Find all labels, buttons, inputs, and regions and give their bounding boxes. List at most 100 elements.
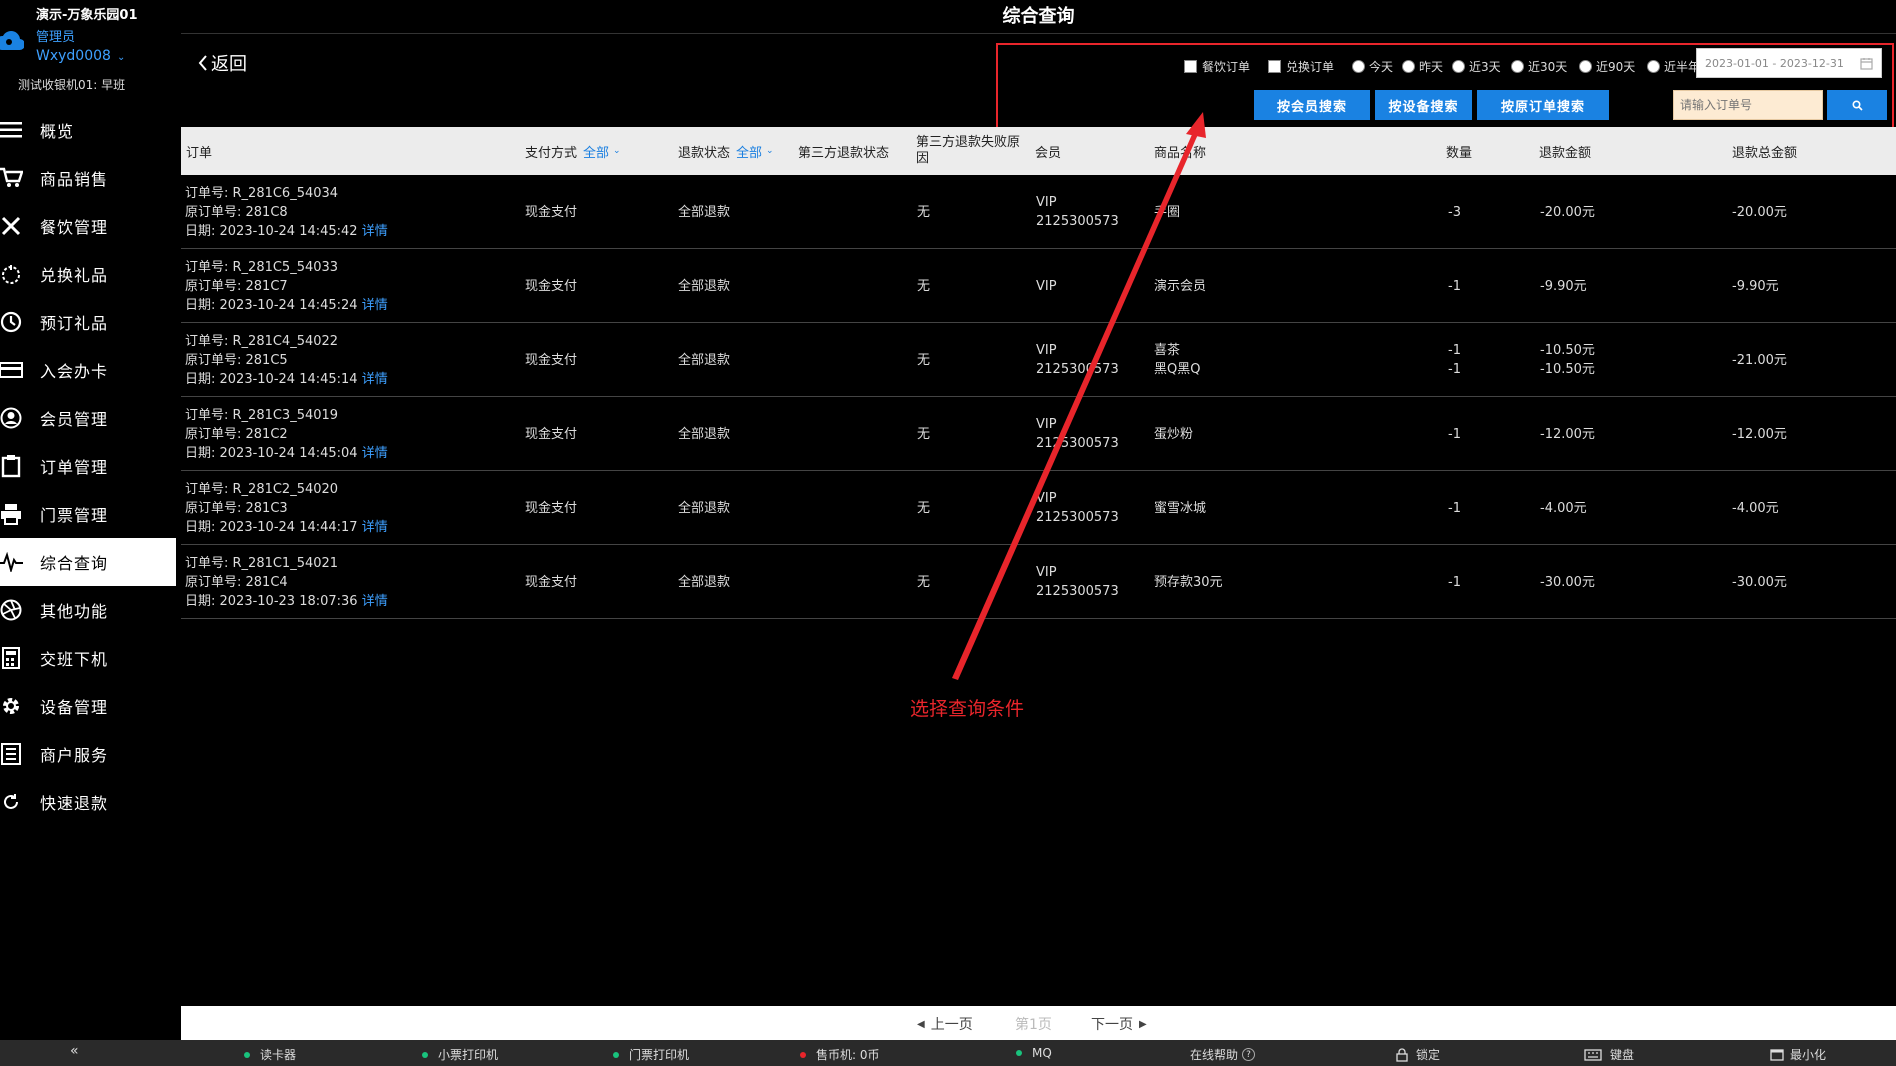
refund-status-cell: 全部退款 bbox=[678, 204, 731, 220]
original-order-number: 原订单号: 281C4 bbox=[185, 575, 288, 590]
online-help-button[interactable]: 在线帮助? bbox=[1190, 1046, 1256, 1063]
refund-status-filter-dropdown[interactable]: 全部 bbox=[736, 142, 762, 161]
radio-dot[interactable] bbox=[1452, 60, 1465, 73]
exchange-order-checkbox[interactable]: 兑换订单 bbox=[1268, 58, 1334, 75]
order-number: 订单号: R_281C1_54021 bbox=[185, 556, 339, 571]
member-cell: VIP bbox=[1036, 249, 1057, 323]
sidebar-item-label: 设备管理 bbox=[40, 698, 109, 717]
radio-dot[interactable] bbox=[1352, 60, 1365, 73]
checkbox-box[interactable] bbox=[1184, 60, 1197, 73]
chevron-down-icon[interactable]: ⌄ bbox=[613, 146, 621, 156]
order-date: 日期: 2023-10-24 14:44:17 bbox=[185, 520, 358, 535]
date-range-picker[interactable]: 2023-01-01 - 2023-12-31 bbox=[1696, 48, 1882, 78]
refund-amount: -10.50元 bbox=[1540, 362, 1595, 377]
current-page: 第1页 bbox=[1015, 1017, 1052, 1033]
payment-cell: 现金支付 bbox=[525, 204, 578, 220]
sidebar-item-sales[interactable]: 商品销售 bbox=[0, 154, 176, 202]
sidebar-item-catering[interactable]: 餐饮管理 bbox=[0, 202, 176, 250]
sidebar-item-overview[interactable]: 概览 bbox=[0, 106, 176, 154]
radio-last-half-year[interactable]: 近半年 bbox=[1647, 58, 1700, 75]
sidebar-item-tickets[interactable]: 门票管理 bbox=[0, 490, 176, 538]
radio-last-30-days[interactable]: 近30天 bbox=[1511, 58, 1567, 75]
qty-cell: -3 bbox=[1448, 175, 1461, 249]
back-button[interactable]: 返回 bbox=[197, 50, 247, 76]
next-page-button[interactable]: 下一页 ▶ bbox=[1091, 1014, 1147, 1034]
order-cell: 订单号: R_281C2_54020 原订单号: 281C3 日期: 2023-… bbox=[185, 480, 388, 537]
menu-icon bbox=[0, 117, 24, 143]
search-by-member-button[interactable]: 按会员搜索 bbox=[1254, 90, 1370, 120]
sidebar-item-gift-exchange[interactable]: 兑换礼品 bbox=[0, 250, 176, 298]
order-number-input[interactable] bbox=[1673, 90, 1823, 120]
catering-order-checkbox[interactable]: 餐饮订单 bbox=[1184, 58, 1250, 75]
table-row: 订单号: R_281C5_54033 原订单号: 281C7 日期: 2023-… bbox=[181, 249, 1896, 323]
radio-yesterday[interactable]: 昨天 bbox=[1402, 58, 1443, 75]
radio-dot[interactable] bbox=[1402, 60, 1415, 73]
product-name: 黑Q黑Q bbox=[1154, 362, 1201, 377]
detail-link[interactable]: 详情 bbox=[362, 224, 388, 239]
radio-last-90-days[interactable]: 近90天 bbox=[1579, 58, 1635, 75]
payment-filter-dropdown[interactable]: 全部 bbox=[583, 142, 609, 161]
user-name: Wxyd0008 bbox=[36, 48, 111, 64]
chevron-down-icon[interactable]: ⌄ bbox=[766, 146, 774, 156]
status-ok-indicator bbox=[1016, 1050, 1022, 1056]
order-number: 订单号: R_281C5_54033 bbox=[185, 260, 339, 275]
member-level: VIP bbox=[1036, 278, 1057, 294]
sidebar-item-shift-handover[interactable]: 交班下机 bbox=[0, 634, 176, 682]
prev-page-button[interactable]: ◀ 上一页 bbox=[917, 1014, 973, 1034]
checkbox-box[interactable] bbox=[1268, 60, 1281, 73]
sidebar-item-query[interactable]: 综合查询 bbox=[0, 538, 176, 586]
list-icon bbox=[0, 741, 24, 767]
lock-button[interactable]: 锁定 bbox=[1396, 1046, 1440, 1063]
refund-total-cell: -12.00元 bbox=[1732, 426, 1787, 442]
radio-dot[interactable] bbox=[1511, 60, 1524, 73]
sidebar-item-orders[interactable]: 订单管理 bbox=[0, 442, 176, 490]
sidebar-item-members[interactable]: 会员管理 bbox=[0, 394, 176, 442]
sidebar: 演示-万象乐园01 管理员 Wxyd0008 ⌄ 测试收银机01: 早班 概览 商… bbox=[0, 0, 176, 1040]
sidebar-item-quick-refund[interactable]: 快速退款 bbox=[0, 778, 176, 826]
order-date-line: 日期: 2023-10-24 14:45:24 详情 bbox=[185, 296, 388, 315]
refund-status-cell: 全部退款 bbox=[678, 352, 731, 368]
order-date: 日期: 2023-10-24 14:45:42 bbox=[185, 224, 358, 239]
keyboard-button[interactable]: 键盘 bbox=[1584, 1046, 1634, 1063]
sidebar-item-gift-booking[interactable]: 预订礼品 bbox=[0, 298, 176, 346]
prev-page-label: 上一页 bbox=[930, 1017, 973, 1033]
user-account-dropdown[interactable]: Wxyd0008 ⌄ bbox=[36, 48, 125, 64]
payment-cell: 现金支付 bbox=[525, 352, 578, 368]
detail-link[interactable]: 详情 bbox=[362, 446, 388, 461]
sidebar-item-membership-card[interactable]: 入会办卡 bbox=[0, 346, 176, 394]
ticket-printer-status[interactable]: 门票打印机 bbox=[613, 1046, 689, 1063]
order-search-button[interactable] bbox=[1827, 90, 1887, 120]
product-name: 喜茶 bbox=[1154, 343, 1181, 358]
product-cell: 预存款30元 bbox=[1154, 545, 1223, 619]
radio-last-3-days[interactable]: 近3天 bbox=[1452, 58, 1501, 75]
search-by-device-button[interactable]: 按设备搜索 bbox=[1375, 90, 1472, 120]
checkbox-label: 兑换订单 bbox=[1286, 60, 1335, 74]
lock-icon bbox=[1396, 1047, 1408, 1062]
col-third-party-fail-reason: 第三方退款失败原因 bbox=[916, 135, 1021, 166]
refund-total-cell: -30.00元 bbox=[1732, 574, 1787, 590]
detail-link[interactable]: 详情 bbox=[362, 520, 388, 535]
mq-status[interactable]: MQ bbox=[1016, 1046, 1052, 1060]
sidebar-item-devices[interactable]: 设备管理 bbox=[0, 682, 176, 730]
gift-exchange-icon bbox=[0, 261, 24, 287]
radio-dot[interactable] bbox=[1579, 60, 1592, 73]
sidebar-item-other[interactable]: 其他功能 bbox=[0, 586, 176, 634]
sidebar-item-merchant[interactable]: 商户服务 bbox=[0, 730, 176, 778]
detail-link[interactable]: 详情 bbox=[362, 594, 388, 609]
sidebar-item-label: 入会办卡 bbox=[40, 362, 109, 381]
pagination: ◀ 上一页 第1页 下一页 ▶ bbox=[181, 1006, 1896, 1040]
detail-link[interactable]: 详情 bbox=[362, 298, 388, 313]
search-by-original-order-button[interactable]: 按原订单搜索 bbox=[1477, 90, 1609, 120]
minimize-button[interactable]: 最小化 bbox=[1770, 1046, 1826, 1063]
detail-link[interactable]: 详情 bbox=[362, 372, 388, 387]
card-reader-status[interactable]: 读卡器 bbox=[244, 1046, 296, 1063]
radio-today[interactable]: 今天 bbox=[1352, 58, 1393, 75]
receipt-printer-status[interactable]: 小票打印机 bbox=[422, 1046, 498, 1063]
order-date-line: 日期: 2023-10-23 18:07:36 详情 bbox=[185, 592, 388, 611]
collapse-sidebar-button[interactable]: « bbox=[70, 1043, 79, 1059]
order-number: 订单号: R_281C6_54034 bbox=[185, 186, 339, 201]
radio-dot[interactable] bbox=[1647, 60, 1660, 73]
col-third-party-status: 第三方退款状态 bbox=[798, 145, 890, 161]
order-date-line: 日期: 2023-10-24 14:45:42 详情 bbox=[185, 222, 388, 241]
coin-machine-status[interactable]: 售币机: 0币 bbox=[800, 1046, 880, 1063]
